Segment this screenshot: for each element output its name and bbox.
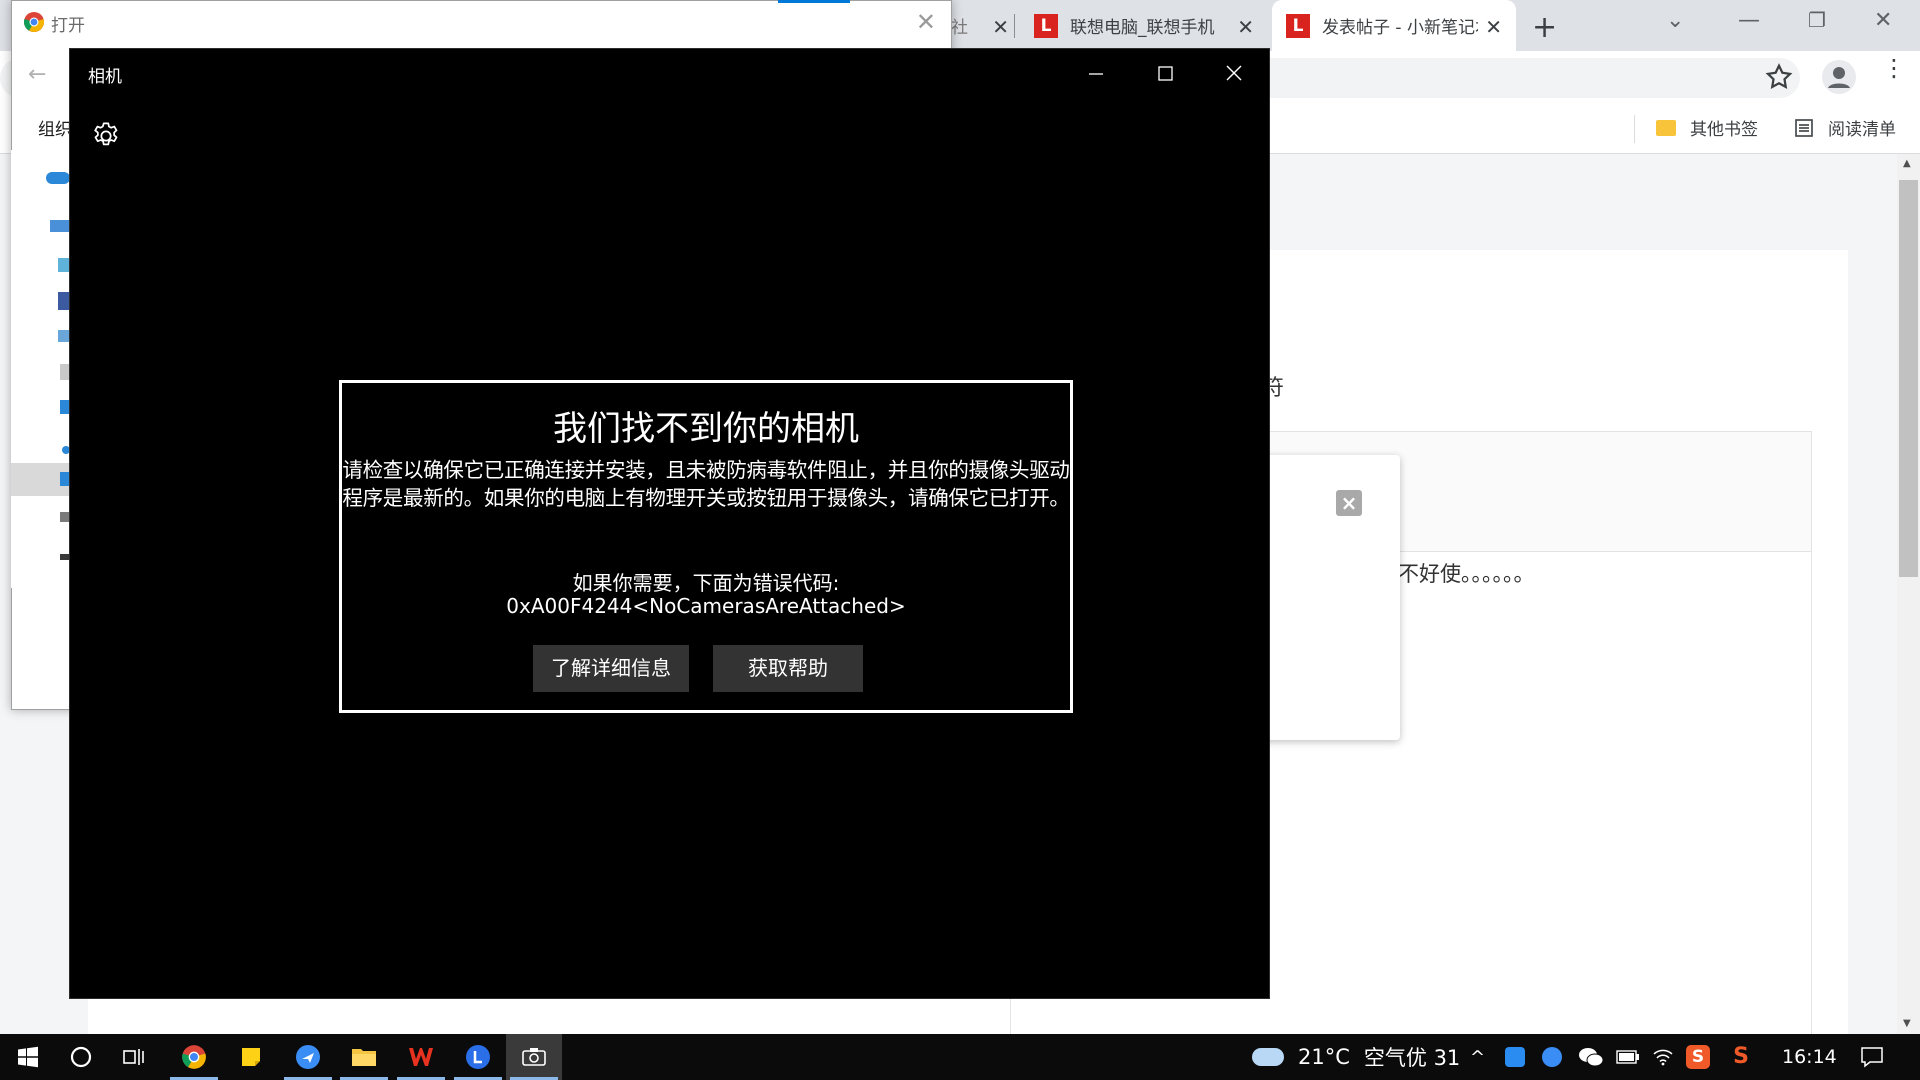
lenovo-icon[interactable] — [450, 1034, 506, 1080]
error-code: 0xA00F4244<NoCamerasAreAttached> — [506, 594, 906, 618]
air-quality: 空气优 31 — [1363, 1046, 1461, 1070]
chrome-icon[interactable] — [166, 1034, 222, 1080]
dialog-title: 打开 — [51, 16, 85, 36]
error-panel: 我们找不到你的相机 请检查以确保它已正确连接并安装，且未被防病毒软件阻止，并且你… — [339, 380, 1073, 713]
feishu-icon[interactable] — [280, 1034, 336, 1080]
chrome-logo-icon — [23, 11, 45, 33]
scrollbar-thumb[interactable] — [1899, 180, 1918, 577]
camera-title: 相机 — [88, 67, 122, 87]
weather-widget[interactable]: 21°C 空气优 31 — [1252, 1034, 1460, 1080]
onedrive-icon[interactable] — [46, 172, 70, 184]
scroll-down-arrow-icon[interactable]: ▼ — [1903, 1018, 1911, 1029]
tab-community[interactable]: 社 ✕ — [945, 0, 1015, 51]
close-icon[interactable]: ✕ — [1485, 15, 1502, 39]
lenovo-favicon-icon: L — [1034, 13, 1058, 38]
taskbar: 21°C 空气优 31 ^ S S 16:14 — [0, 1034, 1920, 1080]
organize-menu[interactable]: 组织 — [38, 115, 72, 140]
bookmark-label: 其他书签 — [1690, 120, 1758, 140]
new-tab-button[interactable]: + — [1532, 10, 1557, 45]
wps-icon[interactable] — [393, 1034, 449, 1080]
maximize-button[interactable] — [1150, 60, 1180, 88]
get-help-button[interactable]: 获取帮助 — [713, 645, 863, 692]
close-icon[interactable]: ✕ — [992, 15, 1009, 39]
error-code-label: 如果你需要，下面为错误代码: — [572, 571, 840, 595]
clock[interactable]: 16:14 — [1782, 1034, 1837, 1080]
this-pc-icon[interactable] — [50, 220, 70, 232]
camera-app-icon[interactable] — [506, 1034, 562, 1080]
open-dialog-titlebar: 打开 ✕ — [11, 0, 950, 44]
bookmark-reading-list[interactable]: 阅读清单 — [1794, 115, 1896, 140]
tab-search-chevron-icon[interactable]: ⌄ — [1666, 8, 1684, 33]
search-circle-icon[interactable] — [53, 1034, 109, 1080]
tab-title: 发表帖子 - 小新笔记本 — [1322, 18, 1478, 38]
temperature: 21°C — [1298, 1045, 1350, 1069]
close-window-button[interactable]: ✕ — [1874, 8, 1892, 33]
sogou-ime-mode-icon[interactable]: S — [1730, 1034, 1752, 1080]
cloud-icon — [1252, 1048, 1284, 1066]
scroll-up-arrow-icon[interactable]: ▲ — [1903, 158, 1911, 169]
back-arrow-icon[interactable]: ← — [28, 62, 46, 87]
reading-list-icon — [1794, 118, 1814, 138]
editor-text: 不好使。。。。。。 — [1398, 562, 1535, 586]
pinned-app-tray-icon[interactable] — [1505, 1034, 1525, 1080]
profile-avatar-icon[interactable] — [1822, 60, 1856, 94]
tab-separator — [1014, 14, 1015, 38]
tab-lenovo[interactable]: L 联想电脑_联想手机 ✕ — [1018, 0, 1268, 51]
task-view-icon[interactable] — [106, 1034, 162, 1080]
file-explorer-icon[interactable] — [336, 1034, 392, 1080]
bookmark-divider — [1634, 115, 1635, 143]
tab-post-thread[interactable]: L 发表帖子 - 小新笔记本 ✕ — [1272, 0, 1516, 51]
wifi-icon[interactable] — [1652, 1034, 1674, 1080]
close-window-button[interactable] — [1219, 60, 1249, 88]
lenovo-favicon-icon: L — [1286, 13, 1310, 38]
show-hidden-icons-chevron-icon[interactable]: ^ — [1470, 1034, 1485, 1080]
minimize-button[interactable]: — — [1738, 8, 1760, 33]
minimize-button[interactable] — [1081, 60, 1111, 88]
restore-button[interactable]: ❐ — [1808, 8, 1826, 32]
bookmark-other[interactable]: 其他书签 — [1656, 115, 1758, 140]
battery-icon[interactable] — [1616, 1034, 1640, 1080]
sticky-notes-icon[interactable] — [223, 1034, 279, 1080]
feishu-tray-icon[interactable] — [1542, 1034, 1562, 1080]
close-icon[interactable]: ✕ — [916, 8, 936, 36]
close-icon[interactable]: ✕ — [1237, 15, 1254, 39]
sogou-input-icon[interactable]: S — [1686, 1034, 1710, 1080]
tab-title: 联想电脑_联想手机 — [1070, 18, 1215, 38]
tab-title: 社 — [951, 18, 968, 38]
error-message: 请检查以确保它已正确连接并安装，且未被防病毒软件阻止，并且你的摄像头驱动程序是最… — [342, 458, 1070, 510]
bookmark-label: 阅读清单 — [1828, 120, 1896, 140]
start-icon[interactable] — [0, 1034, 56, 1080]
learn-more-button[interactable]: 了解详细信息 — [533, 645, 689, 692]
bookmark-star-icon[interactable] — [1764, 62, 1794, 92]
chrome-menu-icon[interactable]: ⋮ — [1882, 56, 1906, 80]
error-heading: 我们找不到你的相机 — [553, 409, 859, 449]
popup-close-button[interactable]: × — [1336, 490, 1362, 516]
folder-icon — [1656, 119, 1676, 136]
wechat-tray-icon[interactable] — [1578, 1034, 1604, 1080]
action-center-icon[interactable] — [1860, 1034, 1884, 1080]
settings-gear-icon[interactable] — [90, 120, 122, 152]
